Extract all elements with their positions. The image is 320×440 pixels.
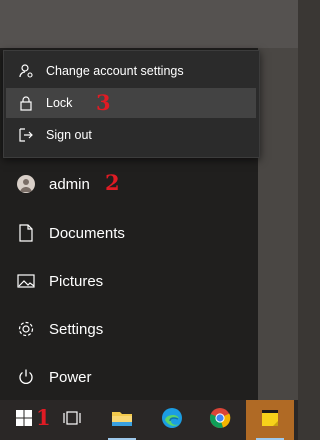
picture-icon [16, 271, 36, 291]
power-item[interactable]: Power [0, 355, 258, 399]
lock-label: Lock [46, 96, 73, 110]
pictures-item[interactable]: Pictures [0, 259, 258, 303]
user-account-item[interactable]: admin [0, 162, 258, 206]
account-flyout: Change account settings Lock Sign out [3, 50, 260, 158]
document-icon [16, 223, 36, 243]
sign-out-item[interactable]: Sign out [6, 120, 256, 150]
edge-button[interactable] [148, 400, 196, 440]
avatar-icon [17, 175, 35, 193]
power-icon [16, 367, 36, 387]
avatar-icon-wrap [16, 174, 36, 194]
user-settings-icon [16, 61, 36, 81]
settings-label: Settings [49, 320, 104, 338]
chrome-icon [209, 407, 231, 434]
task-view-icon [62, 409, 82, 432]
file-explorer-button[interactable] [98, 400, 146, 440]
edge-icon [161, 407, 183, 434]
change-account-settings-item[interactable]: Change account settings [6, 56, 256, 86]
file-explorer-icon [111, 409, 133, 432]
settings-item[interactable]: Settings [0, 307, 258, 351]
documents-item[interactable]: Documents [0, 211, 258, 255]
pictures-label: Pictures [49, 272, 104, 290]
documents-label: Documents [49, 224, 125, 242]
windows-logo-icon [15, 409, 33, 432]
sign-out-icon [16, 125, 36, 145]
sign-out-label: Sign out [46, 128, 92, 142]
step-3-annotation: 3 [96, 90, 111, 115]
lock-item[interactable]: Lock [6, 88, 256, 118]
task-view-button[interactable] [48, 400, 96, 440]
power-label: Power [49, 368, 92, 386]
step-2-annotation: 2 [105, 170, 120, 195]
user-name-label: admin [49, 175, 90, 193]
desktop-background [0, 0, 298, 48]
taskbar: 1 [0, 400, 298, 440]
change-account-settings-label: Change account settings [46, 64, 184, 78]
sticky-notes-button[interactable] [246, 400, 294, 440]
gear-icon [16, 319, 36, 339]
start-menu-tiles-edge [258, 48, 298, 400]
sticky-notes-icon [260, 408, 280, 433]
lock-icon [16, 93, 36, 113]
chrome-button[interactable] [196, 400, 244, 440]
